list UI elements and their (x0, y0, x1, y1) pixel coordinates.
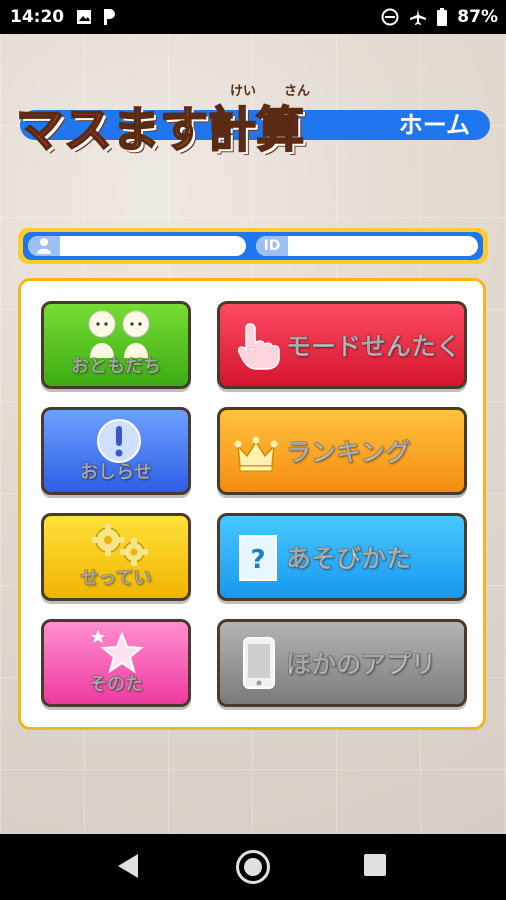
ranking-label: ランキング (285, 438, 411, 468)
logo-char: マ (15, 102, 65, 158)
other-apps-button[interactable]: ほかのアプリ (217, 619, 467, 707)
settings-button[interactable]: せってい (41, 513, 191, 601)
logo-ruby: けい (230, 84, 257, 99)
back-nav-icon[interactable] (118, 854, 138, 878)
notices-button[interactable]: おしらせ (41, 407, 191, 495)
status-bar: 14:20 87% (0, 0, 506, 34)
pointing-hand-icon (237, 323, 280, 370)
star-icon (91, 630, 144, 674)
battery-percent: 87% (457, 7, 498, 27)
how-to-play-button[interactable]: ? あそびかた (217, 513, 467, 601)
do-not-disturb-icon (381, 8, 399, 26)
friends-button[interactable]: おともだち (41, 301, 191, 389)
others-button[interactable]: そのた (41, 619, 191, 707)
p-notification-icon (104, 9, 115, 25)
others-label: そのた (89, 674, 144, 696)
home-nav-icon[interactable] (236, 850, 270, 884)
id-tag: ID (256, 236, 288, 256)
app-screen: マ ス ま す 計 算 けい さん ホーム ID おともだち おしらせ せってい… (0, 34, 506, 834)
menu-panel: おともだち おしらせ せってい そのた モードせんたく ランキング ? あそびか… (18, 278, 486, 730)
logo-char: ス (63, 102, 113, 158)
crown-icon (234, 436, 278, 472)
friends-label: おともだち (71, 356, 162, 378)
gears-icon (92, 524, 148, 566)
person-icon (28, 236, 60, 256)
settings-label: せってい (80, 568, 152, 590)
other-apps-label: ほかのアプリ (285, 650, 437, 680)
battery-icon (437, 8, 448, 26)
how-to-play-label: あそびかた (285, 544, 412, 574)
notices-label: おしらせ (80, 462, 153, 484)
logo-char: ま (111, 102, 161, 158)
recents-nav-icon[interactable] (364, 854, 386, 876)
status-time: 14:20 (10, 7, 65, 27)
ranking-button[interactable]: ランキング (217, 407, 467, 495)
friends-icon (88, 310, 150, 358)
user-id-field: ID (256, 236, 478, 256)
image-notification-icon (77, 10, 91, 24)
app-logo: マ ス ま す 計 算 (15, 96, 305, 158)
user-info-bar: ID (18, 228, 488, 264)
user-name-field (28, 236, 246, 256)
logo-char: 算 (255, 102, 305, 158)
smartphone-icon (243, 637, 275, 689)
logo-ruby: さん (284, 84, 311, 99)
mode-select-label: モードせんたく (285, 332, 462, 362)
screen-title: ホーム (398, 111, 470, 139)
logo-char: す (159, 102, 209, 158)
airplane-mode-icon (410, 9, 427, 25)
help-book-icon: ? (239, 535, 277, 581)
svg-text:?: ? (250, 545, 265, 575)
system-nav-bar (0, 834, 506, 900)
mode-select-button[interactable]: モードせんたく (217, 301, 467, 389)
logo-char: 計 (207, 102, 257, 158)
